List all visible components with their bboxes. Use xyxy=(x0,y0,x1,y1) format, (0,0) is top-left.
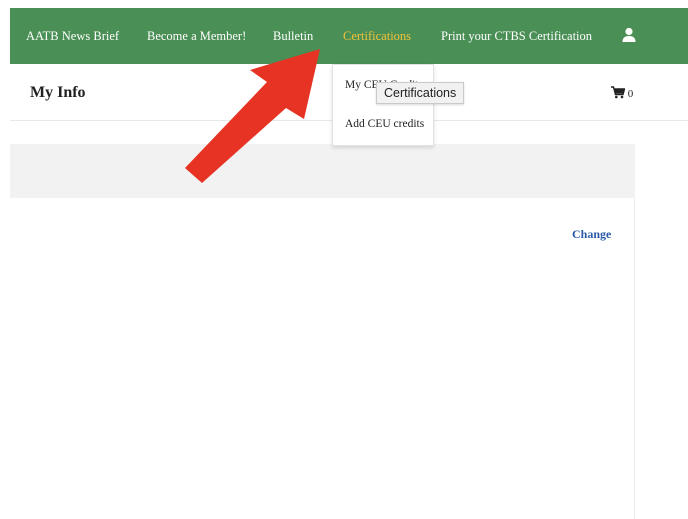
nav-item-certifications[interactable]: Certifications xyxy=(343,8,411,64)
certifications-dropdown: My CEU Credits Add CEU credits xyxy=(332,64,434,146)
nav-item-become-a-member[interactable]: Become a Member! xyxy=(147,8,246,64)
top-nav: AATB News Brief Become a Member! Bulleti… xyxy=(10,8,688,64)
page-title: My Info xyxy=(30,84,86,101)
cart-button[interactable]: 0 xyxy=(611,86,633,100)
dropdown-item-add-ceu-credits[interactable]: Add CEU credits xyxy=(345,118,424,130)
nav-item-bulletin[interactable]: Bulletin xyxy=(273,8,313,64)
tooltip: Certifications xyxy=(376,82,465,104)
change-link[interactable]: Change xyxy=(572,227,611,242)
cart-icon xyxy=(611,86,626,99)
content-banner xyxy=(10,144,635,198)
nav-item-print-ctbs-certification[interactable]: Print your CTBS Certification xyxy=(441,8,592,64)
cart-count: 0 xyxy=(627,88,634,100)
user-icon[interactable] xyxy=(621,27,637,43)
nav-item-aatb-news-brief[interactable]: AATB News Brief xyxy=(26,8,119,64)
content-panel xyxy=(10,198,635,519)
